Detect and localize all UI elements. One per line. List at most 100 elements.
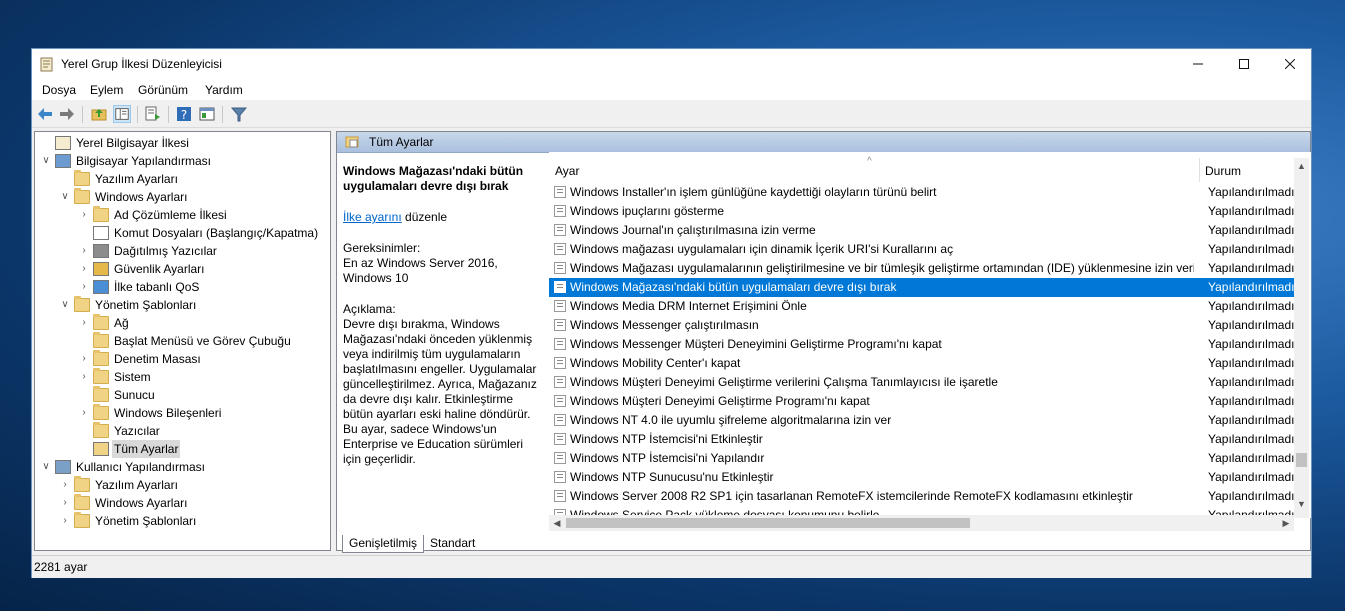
tree-item-label: Başlat Menüsü ve Görev Çubuğu (114, 334, 291, 348)
window-title: Yerel Grup İlkesi Düzenleyicisi (61, 57, 222, 71)
tab-standard[interactable]: Standart (424, 535, 481, 552)
tree-item-label: Yazılım Ayarları (95, 478, 178, 492)
edit-policy-link[interactable]: İlke ayarını (343, 210, 402, 224)
table-row[interactable]: Windows NTP İstemcisi'ni Yapılandır Yapıl… (549, 449, 1294, 468)
chevron-right-icon[interactable]: › (58, 494, 72, 512)
folder-icon (93, 206, 109, 222)
minimize-icon (1193, 63, 1203, 65)
help-icon[interactable]: ? (175, 105, 193, 123)
table-row[interactable]: Windows Journal'ın çalıştırılmasına izin… (549, 221, 1294, 240)
description-label: Açıklama: (343, 302, 396, 316)
setting-state: Yapılandırılmadı (1208, 280, 1294, 294)
chevron-right-icon[interactable]: › (77, 242, 91, 260)
table-row[interactable]: Windows NTP İstemcisi'ni Etkinleştir Yapı… (549, 430, 1294, 449)
view-tabs: Genişletilmiş Standart (336, 535, 936, 555)
no-expander (77, 422, 91, 440)
export-list-icon[interactable] (144, 105, 162, 123)
close-button[interactable] (1267, 49, 1313, 79)
policy-setting-icon (554, 357, 566, 369)
chevron-right-icon[interactable]: › (77, 404, 91, 422)
table-row[interactable]: Windows Installer'ın işlem günlüğüne kay… (549, 183, 1294, 202)
table-row[interactable]: Windows NT 4.0 ile uyumlu şifreleme algo… (549, 411, 1294, 430)
menu-file[interactable]: Dosya (42, 83, 76, 97)
chevron-down-icon[interactable]: ∨ (39, 152, 53, 170)
toolbar-separator (168, 106, 169, 123)
tree-item-label: Ad Çözümleme İlkesi (114, 208, 227, 222)
chevron-right-icon[interactable]: › (77, 206, 91, 224)
no-expander (39, 134, 53, 152)
title-bar[interactable]: Yerel Grup İlkesi Düzenleyicisi (32, 49, 1311, 79)
vertical-scrollbar[interactable]: ▲ ▼ (1294, 158, 1309, 518)
setting-state: Yapılandırılmadı (1208, 413, 1294, 427)
table-row[interactable]: Windows Media DRM Internet Erişimini Önl… (549, 297, 1294, 316)
chevron-right-icon[interactable]: › (58, 476, 72, 494)
column-header-setting[interactable]: Ayar (555, 164, 579, 178)
scroll-left-icon[interactable]: ◀ (549, 515, 565, 531)
setting-state: Yapılandırılmadı (1208, 375, 1294, 389)
tree-item-label: Sistem (114, 370, 151, 384)
up-folder-icon[interactable] (90, 105, 108, 123)
maximize-button[interactable] (1221, 49, 1267, 79)
chevron-right-icon[interactable]: › (77, 314, 91, 332)
scroll-right-icon[interactable]: ▶ (1278, 515, 1294, 531)
tree-item-label: Bilgisayar Yapılandırması (76, 154, 211, 168)
chevron-right-icon[interactable]: › (77, 368, 91, 386)
scroll-up-icon[interactable]: ▲ (1294, 158, 1309, 174)
tree-item-label: Dağıtılmış Yazıcılar (114, 244, 217, 258)
table-row[interactable]: Windows ipuçlarını gösterme Yapılandırılm… (549, 202, 1294, 221)
menu-view[interactable]: Görünüm (138, 83, 188, 97)
chevron-right-icon[interactable]: › (58, 512, 72, 530)
column-divider[interactable] (1199, 158, 1200, 182)
user-icon (55, 460, 71, 474)
horizontal-scroll-thumb[interactable] (566, 518, 970, 528)
menu-help[interactable]: Yardım (205, 83, 243, 97)
toolbar-separator (82, 106, 83, 123)
tab-extended[interactable]: Genişletilmiş (342, 535, 425, 553)
properties-view-icon[interactable] (198, 105, 216, 123)
filter-icon[interactable] (230, 105, 248, 123)
table-row[interactable]: Windows Müşteri Deneyimi Geliştirme veri… (549, 373, 1294, 392)
menu-action[interactable]: Eylem (90, 83, 123, 97)
table-row[interactable]: Windows mağazası uygulamaları için dinam… (549, 240, 1294, 259)
chevron-right-icon[interactable]: › (77, 278, 91, 296)
status-count: 2281 ayar (34, 560, 88, 574)
table-row[interactable]: Windows Service Pack yükleme dosyası kon… (549, 506, 1294, 515)
forward-arrow-icon[interactable] (58, 105, 76, 123)
policy-setting-icon (554, 452, 566, 464)
setting-state: Yapılandırılmadı (1208, 223, 1294, 237)
gpedit-window: Yerel Grup İlkesi Düzenleyicisi Dosya Ey… (31, 48, 1312, 578)
folder-icon (74, 494, 90, 510)
right-pane-header: Tüm Ayarlar (337, 132, 1310, 153)
table-row[interactable]: Windows Mağazası uygulamalarının gelişti… (549, 259, 1294, 278)
no-expander (77, 440, 91, 458)
setting-state: Yapılandırılmadı (1208, 261, 1294, 275)
no-expander (58, 170, 72, 188)
chevron-right-icon[interactable]: › (77, 260, 91, 278)
requirements-value: En az Windows Server 2016, Windows 10 (343, 256, 498, 285)
chevron-down-icon[interactable]: ∨ (39, 458, 53, 476)
table-row[interactable]: Windows Server 2008 R2 SP1 için tasarlan… (549, 487, 1294, 506)
horizontal-scrollbar[interactable]: ◀ ▶ (549, 515, 1294, 531)
vertical-scroll-thumb[interactable] (1296, 453, 1307, 467)
setting-name: Windows Mobility Center'ı kapat (570, 356, 741, 370)
table-row[interactable]: Windows Mağazası'ndaki bütün uygulamalar… (549, 278, 1294, 297)
tree-item-label: Yazıcılar (114, 424, 160, 438)
status-bar: 2281 ayar (32, 555, 1311, 578)
requirements-label: Gereksinimler: (343, 241, 421, 255)
policy-icon (55, 136, 71, 150)
chevron-down-icon[interactable]: ∨ (58, 296, 72, 314)
scroll-down-icon[interactable]: ▼ (1294, 496, 1309, 512)
back-arrow-icon[interactable] (36, 105, 54, 123)
column-header-state[interactable]: Durum (1205, 164, 1241, 178)
sort-ascending-icon: ^ (867, 156, 872, 167)
table-row[interactable]: Windows Müşteri Deneyimi Geliştirme Prog… (549, 392, 1294, 411)
chevron-right-icon[interactable]: › (77, 350, 91, 368)
table-row[interactable]: Windows NTP Sunucusu'nu Etkinleştir Yapıl… (549, 468, 1294, 487)
chevron-down-icon[interactable]: ∨ (58, 188, 72, 206)
setting-name: Windows Installer'ın işlem günlüğüne kay… (570, 185, 937, 199)
minimize-button[interactable] (1175, 49, 1221, 79)
table-row[interactable]: Windows Messenger çalıştırılmasın Yapılan… (549, 316, 1294, 335)
table-row[interactable]: Windows Mobility Center'ı kapat Yapılandı… (549, 354, 1294, 373)
table-row[interactable]: Windows Messenger Müşteri Deneyimini Gel… (549, 335, 1294, 354)
show-hide-tree-icon[interactable] (113, 105, 131, 123)
